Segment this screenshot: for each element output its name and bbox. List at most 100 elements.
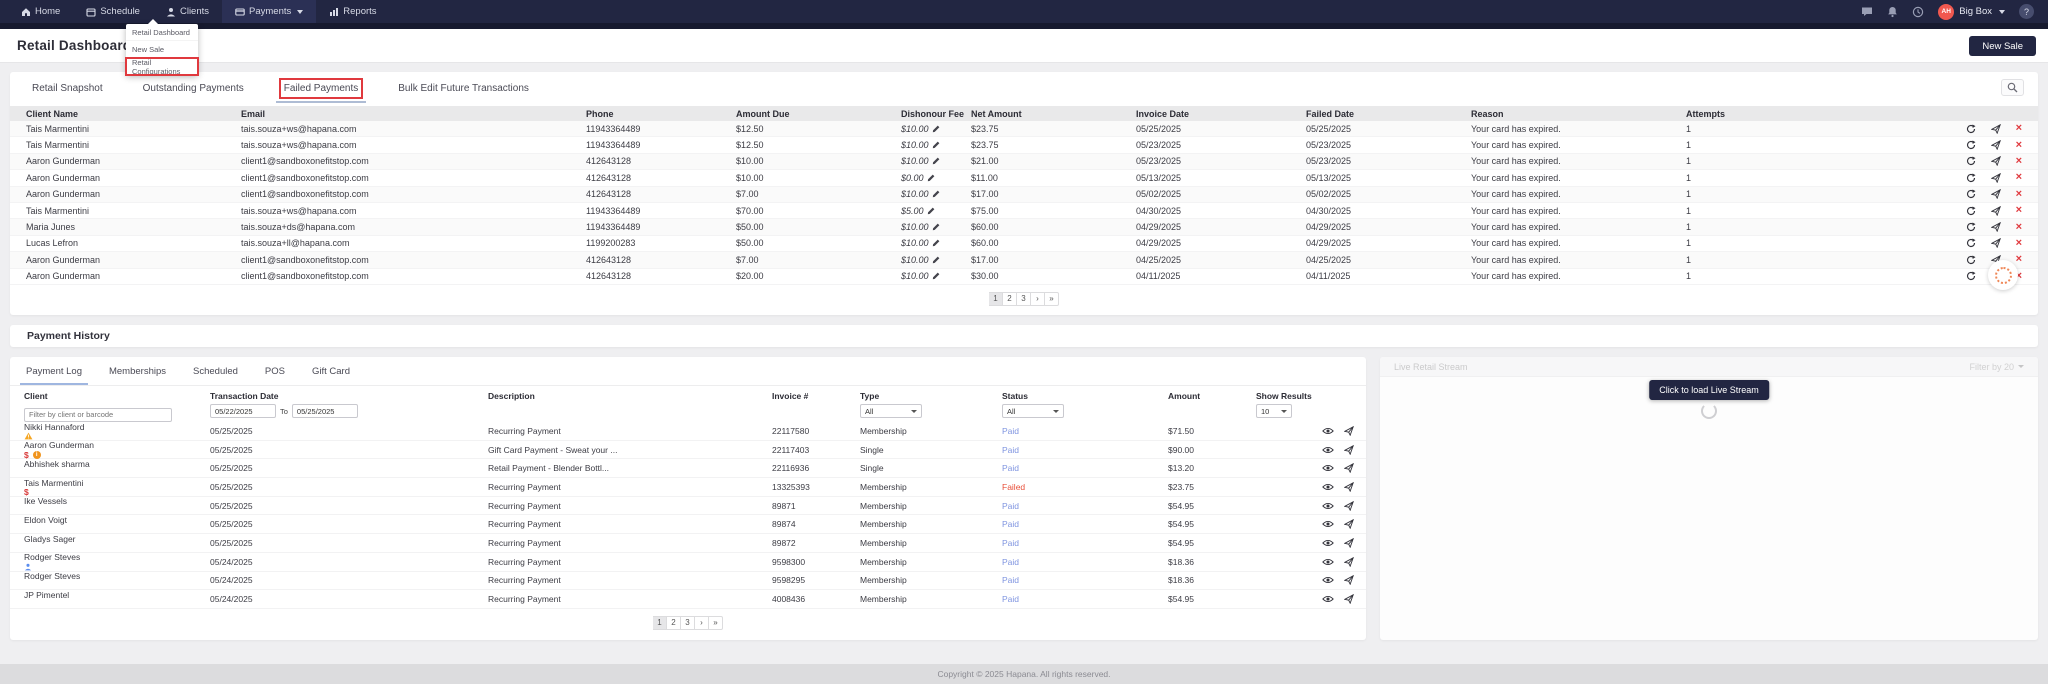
page-button[interactable]: » <box>1045 292 1059 306</box>
send-icon[interactable] <box>1991 173 2001 183</box>
edit-pencil-icon[interactable] <box>932 239 940 247</box>
status-select[interactable]: All <box>1002 404 1064 418</box>
send-icon[interactable] <box>1344 445 1354 455</box>
clock-icon[interactable] <box>1912 6 1924 18</box>
view-eye-icon[interactable] <box>1322 446 1334 454</box>
retry-payment-icon[interactable] <box>1966 124 1976 134</box>
view-eye-icon[interactable] <box>1322 427 1334 435</box>
page-button[interactable]: » <box>709 616 723 630</box>
cell-status[interactable]: Paid <box>1002 538 1168 548</box>
cell-status[interactable]: Paid <box>1002 519 1168 529</box>
retry-payment-icon[interactable] <box>1966 173 1976 183</box>
page-button[interactable]: 2 <box>1003 292 1017 306</box>
type-select[interactable]: All <box>860 404 922 418</box>
new-sale-button[interactable]: New Sale <box>1969 36 2036 56</box>
cell-status[interactable]: Paid <box>1002 426 1168 436</box>
send-icon[interactable] <box>1344 426 1354 436</box>
cell-status[interactable]: Paid <box>1002 445 1168 455</box>
nav-item-schedule[interactable]: Schedule <box>73 0 153 23</box>
view-eye-icon[interactable] <box>1322 520 1334 528</box>
nav-item-reports[interactable]: Reports <box>316 0 389 23</box>
cell-status[interactable]: Paid <box>1002 557 1168 567</box>
date-to-input[interactable] <box>292 404 358 418</box>
retail-tab[interactable]: Bulk Edit Future Transactions <box>398 83 529 103</box>
edit-pencil-icon[interactable] <box>927 207 935 215</box>
send-icon[interactable] <box>1991 140 2001 150</box>
send-icon[interactable] <box>1991 156 2001 166</box>
send-icon[interactable] <box>1344 482 1354 492</box>
page-button[interactable]: › <box>695 616 709 630</box>
payment-history-tab[interactable]: Payment Log <box>26 366 82 385</box>
view-eye-icon[interactable] <box>1322 464 1334 472</box>
send-icon[interactable] <box>1344 501 1354 511</box>
edit-pencil-icon[interactable] <box>932 157 940 165</box>
payment-history-tab[interactable]: Gift Card <box>312 366 350 385</box>
page-button[interactable]: 1 <box>989 292 1003 306</box>
search-button[interactable] <box>2001 79 2024 96</box>
page-button[interactable]: 3 <box>681 616 695 630</box>
retry-payment-icon[interactable] <box>1966 206 1976 216</box>
client-filter-input[interactable] <box>24 408 172 422</box>
send-icon[interactable] <box>1344 575 1354 585</box>
send-icon[interactable] <box>1991 206 2001 216</box>
cell-status[interactable]: Failed <box>1002 482 1168 492</box>
edit-pencil-icon[interactable] <box>932 256 940 264</box>
retail-tab[interactable]: Failed Payments <box>284 83 358 103</box>
cell-status[interactable]: Paid <box>1002 463 1168 473</box>
retry-payment-icon[interactable] <box>1966 140 1976 150</box>
cell-status[interactable]: Paid <box>1002 575 1168 585</box>
page-button[interactable]: 3 <box>1017 292 1031 306</box>
retry-payment-icon[interactable] <box>1966 156 1976 166</box>
account-menu[interactable]: AH Big Box <box>1938 4 2005 20</box>
send-icon[interactable] <box>1991 124 2001 134</box>
send-icon[interactable] <box>1991 189 2001 199</box>
dismiss-icon[interactable]: × <box>2016 156 2022 167</box>
view-eye-icon[interactable] <box>1322 539 1334 547</box>
view-eye-icon[interactable] <box>1322 558 1334 566</box>
dismiss-icon[interactable]: × <box>2016 222 2022 233</box>
view-eye-icon[interactable] <box>1322 576 1334 584</box>
retry-payment-icon[interactable] <box>1966 189 1976 199</box>
send-icon[interactable] <box>1344 463 1354 473</box>
edit-pencil-icon[interactable] <box>932 272 940 280</box>
dismiss-icon[interactable]: × <box>2016 140 2022 151</box>
page-button[interactable]: 1 <box>653 616 667 630</box>
nav-item-clients[interactable]: Clients <box>153 0 222 23</box>
show-results-select[interactable]: 10 <box>1256 404 1292 418</box>
page-button[interactable]: 2 <box>667 616 681 630</box>
nav-item-payments[interactable]: Payments <box>222 0 316 23</box>
payment-history-tab[interactable]: POS <box>265 366 285 385</box>
dismiss-icon[interactable]: × <box>2016 254 2022 265</box>
chat-icon[interactable] <box>1861 6 1873 17</box>
send-icon[interactable] <box>1344 519 1354 529</box>
retail-tab[interactable]: Outstanding Payments <box>143 83 244 103</box>
view-eye-icon[interactable] <box>1322 483 1334 491</box>
edit-pencil-icon[interactable] <box>927 174 935 182</box>
cell-status[interactable]: Paid <box>1002 501 1168 511</box>
help-icon[interactable]: ? <box>2019 4 2034 19</box>
view-eye-icon[interactable] <box>1322 595 1334 603</box>
edit-pencil-icon[interactable] <box>932 190 940 198</box>
send-icon[interactable] <box>1344 557 1354 567</box>
dismiss-icon[interactable]: × <box>2016 172 2022 183</box>
view-eye-icon[interactable] <box>1322 502 1334 510</box>
dismiss-icon[interactable]: × <box>2016 189 2022 200</box>
payments-menu-item[interactable]: Retail Configurations <box>126 58 198 75</box>
live-stream-filter[interactable]: Filter by 20 <box>1969 362 2024 372</box>
nav-item-home[interactable]: Home <box>8 0 73 23</box>
dismiss-icon[interactable]: × <box>2016 205 2022 216</box>
page-button[interactable]: › <box>1031 292 1045 306</box>
retry-payment-icon[interactable] <box>1966 271 1976 281</box>
dismiss-icon[interactable]: × <box>2016 238 2022 249</box>
payments-menu-item[interactable]: Retail Dashboard <box>126 24 198 41</box>
dismiss-icon[interactable]: × <box>2016 123 2022 134</box>
edit-pencil-icon[interactable] <box>932 223 940 231</box>
retry-payment-icon[interactable] <box>1966 255 1976 265</box>
edit-pencil-icon[interactable] <box>932 141 940 149</box>
payment-history-tab[interactable]: Memberships <box>109 366 166 385</box>
send-icon[interactable] <box>1991 238 2001 248</box>
cell-status[interactable]: Paid <box>1002 594 1168 604</box>
payments-menu-item[interactable]: New Sale <box>126 41 198 58</box>
retry-payment-icon[interactable] <box>1966 238 1976 248</box>
payment-history-tab[interactable]: Scheduled <box>193 366 238 385</box>
